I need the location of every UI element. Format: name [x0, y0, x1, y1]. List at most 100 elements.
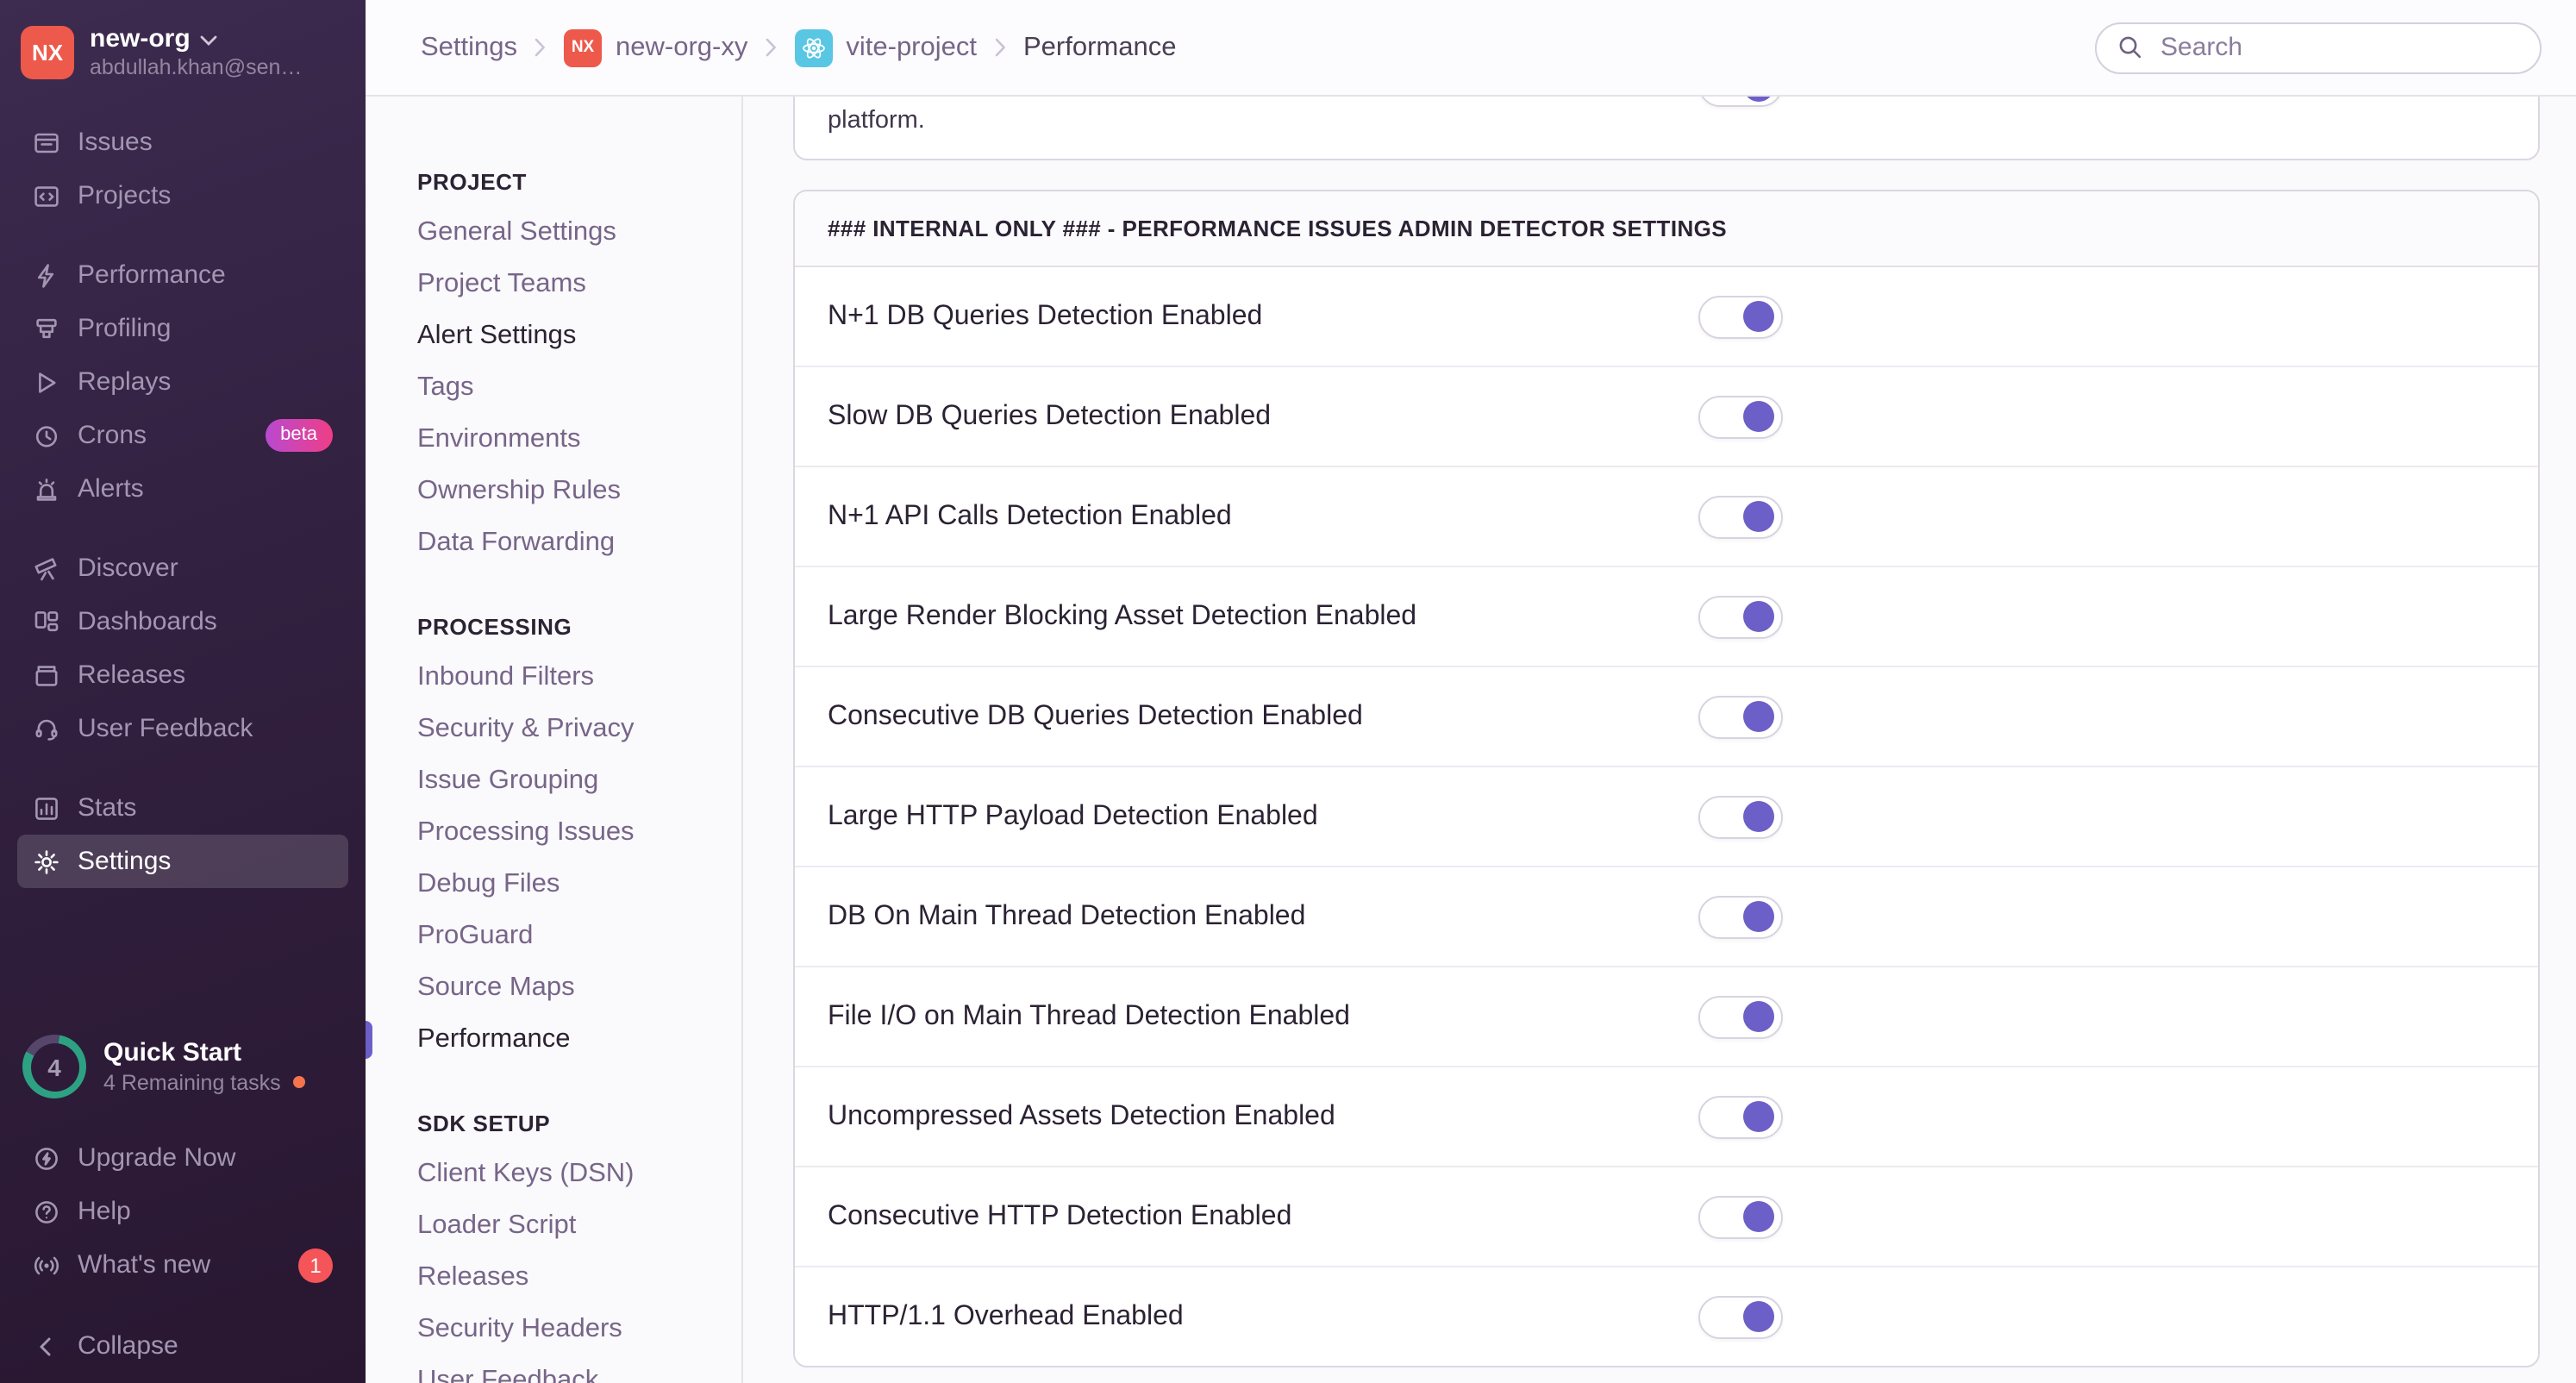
chevron-right-icon [765, 38, 777, 57]
sidebar-item-crons[interactable]: Crons beta [17, 409, 348, 462]
toggle-switch[interactable] [1698, 395, 1783, 438]
toggle-switch[interactable] [1698, 1295, 1783, 1338]
settings-nav-item[interactable]: Security & Privacy [417, 704, 717, 755]
breadcrumb-settings[interactable]: Settings [421, 32, 517, 63]
settings-nav-item[interactable]: Processing Issues [417, 807, 717, 859]
settings-nav-item[interactable]: User Feedback [417, 1355, 717, 1383]
chevron-left-icon [33, 1332, 60, 1360]
sidebar-item-label: Alerts [78, 474, 144, 504]
settings-nav-item[interactable]: Client Keys (DSN) [417, 1148, 717, 1200]
collapse-label: Collapse [78, 1331, 178, 1361]
sidebar-item-label: Crons [78, 421, 147, 450]
sidebar-item-label: User Feedback [78, 714, 253, 743]
pending-dot-icon [292, 1076, 305, 1088]
sidebar-group-insights: Performance Profiling Replays Crons beta… [17, 248, 348, 516]
projects-icon [33, 182, 60, 210]
settings-nav-item[interactable]: Data Forwarding [417, 517, 717, 569]
sidebar-item-alerts[interactable]: Alerts [17, 462, 348, 516]
detector-setting-row: HTTP/1.1 Overhead Enabled [795, 1266, 2538, 1366]
settings-nav-item[interactable]: Source Maps [417, 962, 717, 1014]
breadcrumb-project[interactable]: vite-project [794, 28, 977, 66]
sidebar-item-performance[interactable]: Performance [17, 248, 348, 302]
org-name: new-org [90, 24, 191, 53]
detector-setting-row: Consecutive DB Queries Detection Enabled [795, 666, 2538, 766]
settings-nav-item[interactable]: Environments [417, 414, 717, 466]
settings-nav-item[interactable]: Ownership Rules [417, 466, 717, 517]
toggle-switch[interactable] [1698, 97, 1783, 107]
toggle-switch[interactable] [1698, 995, 1783, 1038]
settings-nav-section-title: PROJECT [417, 169, 528, 195]
toggle-switch[interactable] [1698, 895, 1783, 938]
settings-nav-item[interactable]: Inbound Filters [417, 652, 717, 704]
org-switcher[interactable]: NX new-org abdullah.khan@sen… [17, 21, 348, 81]
sidebar-item-label: Upgrade Now [78, 1143, 236, 1173]
toggle-switch[interactable] [1698, 1095, 1783, 1138]
user-feedback-icon [33, 715, 60, 742]
detector-setting-row: File I/O on Main Thread Detection Enable… [795, 966, 2538, 1066]
sidebar-item-releases[interactable]: Releases [17, 648, 348, 702]
settings-nav-item[interactable]: Security Headers [417, 1304, 717, 1355]
detector-setting-label: N+1 API Calls Detection Enabled [828, 501, 1232, 530]
sidebar-item-issues[interactable]: Issues [17, 116, 348, 169]
toggle-knob [1743, 301, 1774, 332]
detector-setting-label: DB On Main Thread Detection Enabled [828, 901, 1306, 930]
sidebar-item-settings[interactable]: Settings [17, 835, 348, 888]
toggle-knob [1743, 1201, 1774, 1232]
org-avatar: NX [21, 26, 74, 79]
toggle-switch[interactable] [1698, 295, 1783, 338]
sidebar-item-projects[interactable]: Projects [17, 169, 348, 222]
chevron-down-icon [201, 24, 218, 55]
settings-nav-item[interactable]: Loader Script [417, 1200, 717, 1252]
settings-nav-item[interactable]: Project Teams [417, 259, 717, 310]
sidebar-item-discover[interactable]: Discover [17, 541, 348, 595]
breadcrumb-current-page: Performance [1023, 32, 1177, 61]
detector-setting-label: Consecutive HTTP Detection Enabled [828, 1201, 1292, 1230]
sidebar-item-replays[interactable]: Replays [17, 355, 348, 409]
sidebar-item-dashboards[interactable]: Dashboards [17, 595, 348, 648]
settings-nav-section-title: PROCESSING [417, 614, 572, 640]
settings-nav-item[interactable]: Releases [417, 1252, 717, 1304]
sidebar-item-label: Releases [78, 660, 186, 690]
toggle-switch[interactable] [1698, 795, 1783, 838]
sidebar-item-profiling[interactable]: Profiling [17, 302, 348, 355]
sidebar-item-label: Performance [78, 260, 226, 290]
search-box [2095, 22, 2542, 73]
sidebar-item-label: Replays [78, 367, 172, 397]
sidebar-item-label: Projects [78, 181, 172, 210]
quick-start[interactable]: 4 Quick Start 4 Remaining tasks [17, 1035, 348, 1098]
detector-setting-label: Large Render Blocking Asset Detection En… [828, 601, 1417, 630]
toggle-switch[interactable] [1698, 495, 1783, 538]
toggle-knob [1743, 1101, 1774, 1132]
org-badge-icon: NX [564, 28, 603, 66]
sidebar-item-user-feedback[interactable]: User Feedback [17, 702, 348, 755]
whats-new-badge: 1 [298, 1248, 333, 1282]
detector-setting-label: Large HTTP Payload Detection Enabled [828, 801, 1318, 830]
toggle-switch[interactable] [1698, 1195, 1783, 1238]
toggle-switch[interactable] [1698, 595, 1783, 638]
sidebar-item-whats-new[interactable]: What's new 1 [17, 1238, 348, 1292]
toggle-switch[interactable] [1698, 695, 1783, 738]
settings-nav-item[interactable]: Debug Files [417, 859, 717, 911]
toggle-knob [1743, 601, 1774, 632]
sidebar-item-help[interactable]: Help [17, 1185, 348, 1238]
settings-nav-item[interactable]: Alert Settings [417, 310, 717, 362]
toggle-knob [1743, 801, 1774, 832]
settings-nav-section-project: PROJECT General Settings Project Teams A… [417, 169, 717, 569]
sidebar-item-upgrade-now[interactable]: Upgrade Now [17, 1131, 348, 1185]
collapse-sidebar-button[interactable]: Collapse [17, 1319, 348, 1373]
settings-nav-item[interactable]: General Settings [417, 207, 717, 259]
settings-nav-item[interactable]: Performance [366, 1014, 717, 1066]
gear-icon [33, 848, 60, 875]
search-input[interactable] [2157, 31, 2519, 64]
detector-setting-row: Consecutive HTTP Detection Enabled [795, 1166, 2538, 1266]
breadcrumb-organization[interactable]: NX new-org-xy [564, 28, 747, 66]
profiling-icon [33, 315, 60, 342]
dashboards-icon [33, 608, 60, 635]
sidebar-item-stats[interactable]: Stats [17, 781, 348, 835]
crons-icon [33, 422, 60, 449]
settings-nav-item[interactable]: ProGuard [417, 911, 717, 962]
broadcast-icon [33, 1251, 60, 1279]
detector-setting-row: Uncompressed Assets Detection Enabled [795, 1066, 2538, 1166]
settings-nav-item[interactable]: Tags [417, 362, 717, 414]
settings-nav-item[interactable]: Issue Grouping [417, 755, 717, 807]
